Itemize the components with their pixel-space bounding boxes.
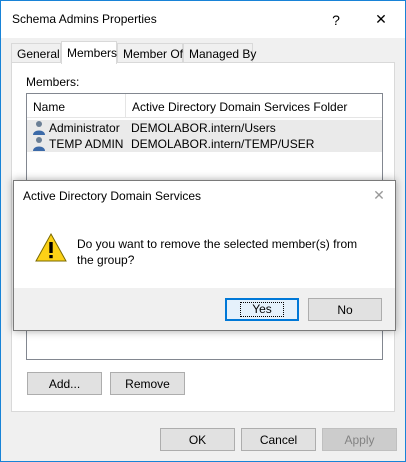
title-bar[interactable]: Schema Admins Properties ? ✕ <box>1 1 405 38</box>
member-name: TEMP ADMIN <box>49 137 124 151</box>
window-title: Schema Admins Properties <box>12 12 157 26</box>
close-icon: ✕ <box>373 186 385 203</box>
remove-button[interactable]: Remove <box>110 372 185 395</box>
list-item[interactable]: Administrator DEMOLABOR.intern/Users <box>27 120 382 136</box>
apply-button: Apply <box>322 428 397 451</box>
tab-managed-by[interactable]: Managed By <box>183 43 256 63</box>
dialog-button-bar: Yes No <box>14 288 395 330</box>
member-folder: DEMOLABOR.intern/Users <box>131 121 276 135</box>
help-icon: ? <box>332 11 340 28</box>
ok-button[interactable]: OK <box>160 428 235 451</box>
yes-button-label: Yes <box>240 302 284 317</box>
list-item[interactable]: TEMP ADMIN DEMOLABOR.intern/TEMP/USER <box>27 136 382 152</box>
no-button[interactable]: No <box>308 298 382 321</box>
close-icon: ✕ <box>375 11 387 27</box>
column-header-name[interactable]: Name <box>27 94 125 118</box>
confirm-dialog: Active Directory Domain Services ✕ Do yo… <box>13 180 396 331</box>
member-folder: DEMOLABOR.intern/TEMP/USER <box>131 137 315 151</box>
tab-members[interactable]: Members <box>61 41 117 64</box>
column-header-folder[interactable]: Active Directory Domain Services Folder <box>125 94 382 118</box>
list-header: Name Active Directory Domain Services Fo… <box>27 94 382 118</box>
members-label: Members: <box>26 75 80 89</box>
add-button[interactable]: Add... <box>27 372 102 395</box>
dialog-message: Do you want to remove the selected membe… <box>77 237 358 267</box>
yes-button[interactable]: Yes <box>225 298 299 321</box>
warning-icon <box>35 232 67 262</box>
user-icon <box>33 137 45 151</box>
tab-member-of[interactable]: Member Of <box>117 43 183 63</box>
cancel-button[interactable]: Cancel <box>241 428 316 451</box>
member-name: Administrator <box>49 121 120 135</box>
dialog-title: Active Directory Domain Services <box>23 189 202 203</box>
tab-general[interactable]: General <box>11 43 61 63</box>
close-button[interactable]: ✕ <box>358 1 404 38</box>
user-icon <box>33 121 45 135</box>
help-button[interactable]: ? <box>313 1 359 38</box>
dialog-close-button[interactable]: ✕ <box>369 185 389 205</box>
